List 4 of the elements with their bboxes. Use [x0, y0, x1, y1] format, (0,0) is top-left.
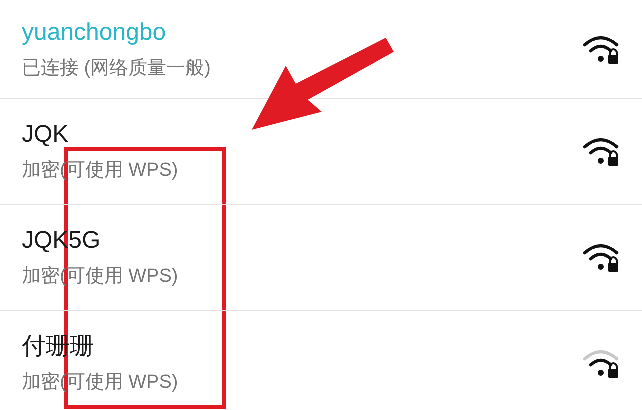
network-status: 已连接 (网络质量一般): [22, 57, 211, 81]
network-name: yuanchongbo: [22, 19, 168, 47]
network-item[interactable]: yuanchongbo 已连接 (网络质量一般): [0, 0, 642, 98]
network-name: JQK: [22, 120, 70, 148]
